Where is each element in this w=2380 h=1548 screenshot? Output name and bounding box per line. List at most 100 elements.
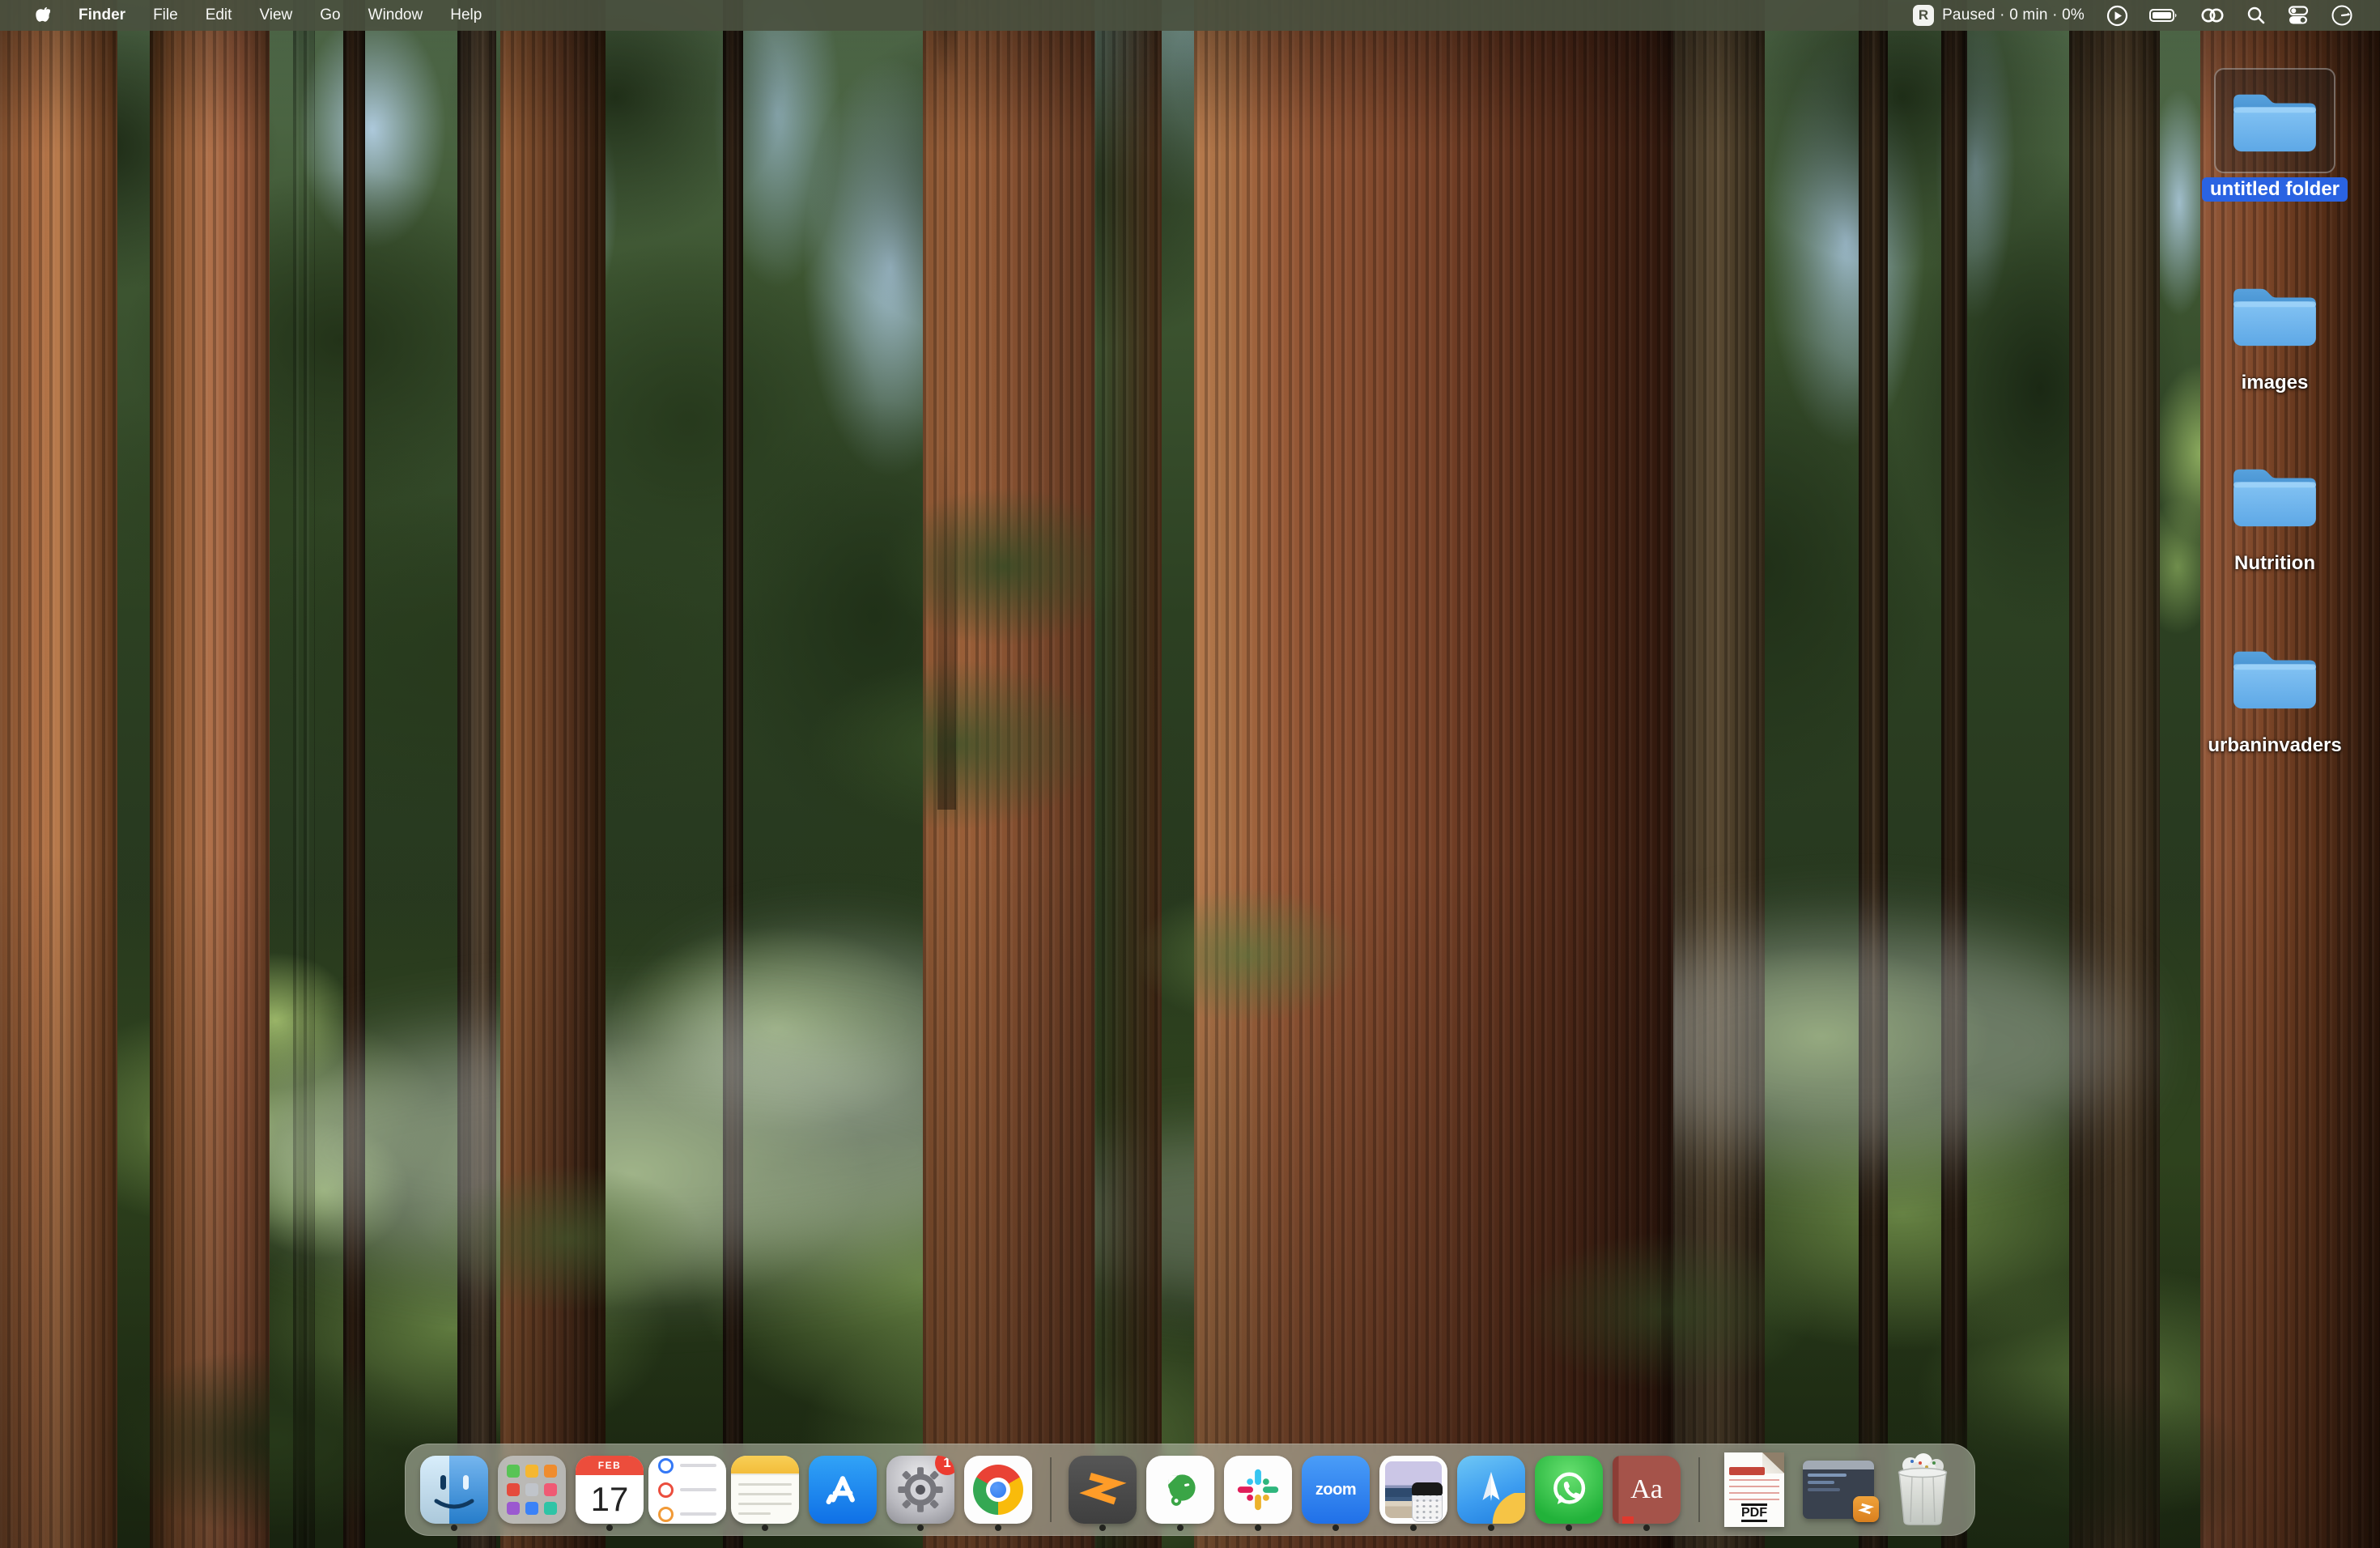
system-settings-icon: 1 (886, 1456, 954, 1524)
running-indicator (1099, 1525, 1106, 1531)
dock-pdf-document[interactable]: PDF (1712, 1444, 1796, 1535)
preview-icon (1379, 1456, 1447, 1524)
running-indicator (1332, 1525, 1339, 1531)
dictionary-icon: Aa (1613, 1456, 1681, 1524)
running-indicator (1410, 1525, 1417, 1531)
dock: FEB 17 (405, 1444, 1975, 1536)
dock-dictionary[interactable]: Aa (1608, 1444, 1685, 1535)
dock-calendar[interactable]: FEB 17 (571, 1444, 648, 1535)
dictionary-label: Aa (1630, 1474, 1663, 1505)
menu-view[interactable]: View (245, 6, 306, 24)
finder-icon (420, 1456, 488, 1524)
dock-slack[interactable] (1219, 1444, 1297, 1535)
menu-edit[interactable]: Edit (192, 6, 246, 24)
dock-finder[interactable] (415, 1444, 493, 1535)
dock-sublime-text[interactable] (1064, 1444, 1141, 1535)
dock-spark[interactable] (1452, 1444, 1530, 1535)
menu-help[interactable]: Help (436, 6, 495, 24)
launchpad-icon (498, 1456, 566, 1524)
wallpaper-trunk (457, 0, 496, 1548)
tracker-status-text: Paused · 0 min · 0% (1942, 6, 2085, 24)
wallpaper-trunk (500, 0, 606, 1548)
folder-label: images (2242, 372, 2309, 394)
wallpaper-trunk-redwood (0, 0, 117, 1548)
running-indicator (1255, 1525, 1261, 1531)
dock-evernote[interactable] (1141, 1444, 1219, 1535)
evernote-icon (1146, 1456, 1214, 1524)
menu-bar-right: R Paused · 0 min · 0% (1902, 4, 2380, 27)
running-indicator (917, 1525, 924, 1531)
menu-finder[interactable]: Finder (65, 6, 139, 24)
menu-window[interactable]: Window (355, 6, 437, 24)
desktop-folder-nutrition[interactable]: Nutrition (2210, 443, 2340, 575)
sublime-badge-icon (1853, 1496, 1879, 1522)
folder-label: urbaninvaders (2208, 734, 2341, 757)
wallpaper-trunk-giant-sequoia (1194, 0, 1673, 1548)
apple-menu[interactable] (21, 6, 65, 24)
menu-bar-left: Finder File Edit View Go Window Help (0, 6, 495, 24)
pdf-label: PDF (1741, 1503, 1767, 1523)
calendar-month: FEB (576, 1456, 644, 1475)
zoom-icon: zoom (1302, 1456, 1370, 1524)
dock-preview[interactable] (1375, 1444, 1452, 1535)
menu-bar: Finder File Edit View Go Window Help R P… (0, 0, 2380, 31)
wallpaper-trunk-mossy (1661, 0, 1765, 1548)
tracker-app-badge: R (1913, 5, 1934, 26)
dock-launchpad[interactable] (493, 1444, 571, 1535)
slack-icon (1224, 1456, 1292, 1524)
link-icon[interactable] (2189, 6, 2236, 24)
dock-sublime-window[interactable] (1796, 1444, 1881, 1535)
battery-icon[interactable] (2139, 7, 2189, 23)
wallpaper-trunk-redwood (923, 0, 1162, 1548)
whatsapp-icon (1535, 1456, 1603, 1524)
folder-icon (2214, 68, 2335, 173)
dock-reminders[interactable] (648, 1444, 726, 1535)
calendar-icon: FEB 17 (576, 1456, 644, 1524)
running-indicator (606, 1525, 613, 1531)
folder-label: Nutrition (2234, 552, 2315, 575)
notes-icon (731, 1456, 799, 1524)
dock-chrome[interactable] (959, 1444, 1037, 1535)
dock-system-settings[interactable]: 1 (882, 1444, 959, 1535)
desktop-folder-untitled[interactable]: untitled folder (2210, 68, 2340, 202)
menu-file[interactable]: File (139, 6, 192, 24)
wallpaper-trunk-redwood (150, 0, 270, 1548)
running-indicator (1488, 1525, 1494, 1531)
preview-loupe (1412, 1482, 1443, 1521)
dock-zoom[interactable]: zoom (1297, 1444, 1375, 1535)
running-indicator (451, 1525, 457, 1531)
dock-separator (1685, 1444, 1712, 1535)
dock-notes[interactable] (726, 1444, 804, 1535)
dock-trash[interactable] (1881, 1444, 1965, 1535)
trash-full-icon (1888, 1452, 1957, 1527)
running-indicator (1566, 1525, 1572, 1531)
sublime-text-icon (1069, 1456, 1137, 1524)
zoom-label: zoom (1315, 1481, 1356, 1499)
reminders-icon (648, 1456, 726, 1524)
folder-icon (2214, 625, 2335, 730)
dock-separator (1037, 1444, 1064, 1535)
wallpaper-trunk (293, 0, 315, 1548)
dock-app-store[interactable] (804, 1444, 882, 1535)
app-store-icon (809, 1456, 877, 1524)
pdf-document-icon: PDF (1724, 1452, 1784, 1527)
folder-label: untitled folder (2202, 177, 2348, 202)
control-center-icon[interactable] (2276, 5, 2320, 26)
desktop-folder-urbaninvaders[interactable]: urbaninvaders (2210, 625, 2340, 757)
search-icon[interactable] (2236, 6, 2276, 25)
wallpaper-trunk (343, 0, 365, 1548)
calendar-day: 17 (576, 1475, 644, 1524)
running-indicator (995, 1525, 1001, 1531)
play-circle-icon[interactable] (2096, 5, 2139, 27)
clock-icon[interactable] (2320, 4, 2364, 27)
folder-icon (2214, 262, 2335, 368)
running-indicator (1643, 1525, 1650, 1531)
desktop-folder-images[interactable]: images (2210, 262, 2340, 394)
dock-whatsapp[interactable] (1530, 1444, 1608, 1535)
folder-icon (2214, 443, 2335, 548)
spark-icon (1457, 1456, 1525, 1524)
wallpaper-trunk-mossy (2069, 0, 2160, 1548)
menu-go[interactable]: Go (306, 6, 354, 24)
time-tracker-status[interactable]: R Paused · 0 min · 0% (1902, 5, 2096, 26)
desktop-screen: Finder File Edit View Go Window Help R P… (0, 0, 2380, 1548)
